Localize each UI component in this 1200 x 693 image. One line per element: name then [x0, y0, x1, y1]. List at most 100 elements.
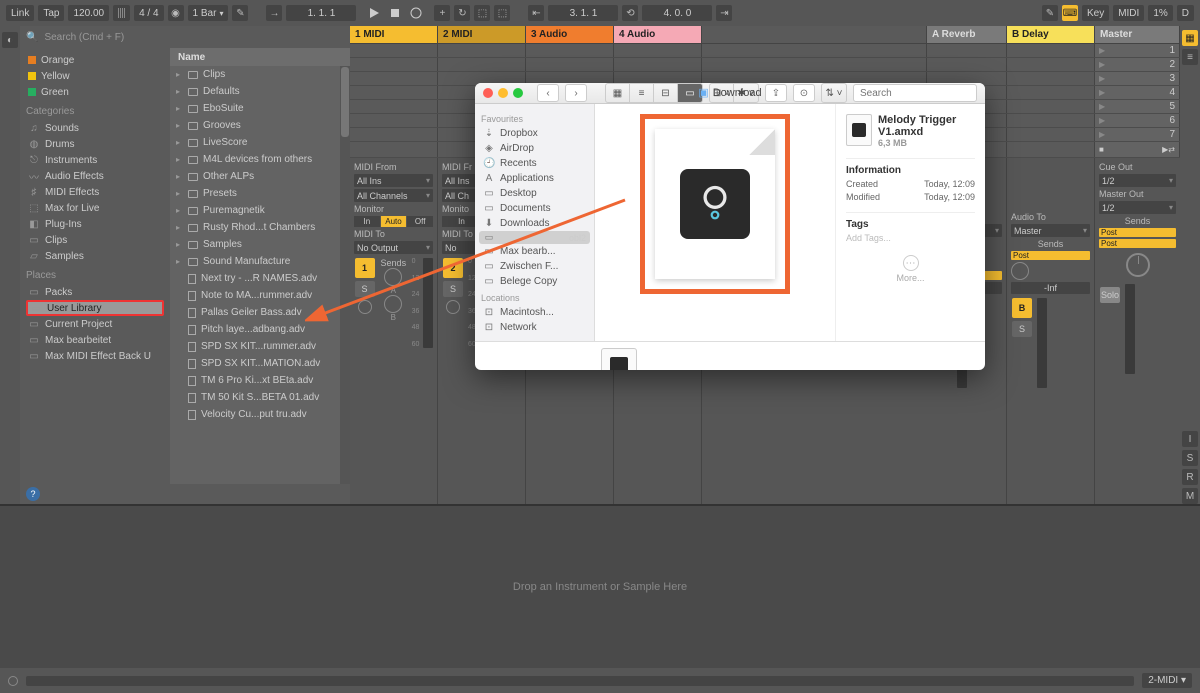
browser-file-item[interactable]: Pallas Geiler Bass.adv	[170, 304, 350, 321]
reenable-automation-icon[interactable]: ⬚	[474, 5, 490, 21]
browser-file-item[interactable]: TM 6 Pro Ki...xt BEta.adv	[170, 372, 350, 389]
midi-from-select[interactable]: All Ins▾	[354, 174, 433, 187]
time-signature[interactable]: 4 / 4	[134, 5, 163, 21]
clip-slot[interactable]	[350, 58, 438, 71]
clip-slot[interactable]	[350, 128, 438, 141]
browser-file-item[interactable]: Velocity Cu...put tru.adv	[170, 406, 350, 423]
clip-slot[interactable]	[438, 44, 526, 57]
returns-toggle[interactable]: R	[1182, 469, 1198, 485]
list-view-button[interactable]: ≡	[630, 84, 654, 102]
track-activator-b[interactable]: B	[1012, 298, 1032, 318]
finder-sidebar-item[interactable]: ▭Desktop	[479, 186, 590, 201]
place-item[interactable]: ▭Current Project	[26, 316, 164, 332]
browser-toggle-icon[interactable]: ◐	[2, 32, 18, 48]
track-activator-1[interactable]: 1	[355, 258, 375, 278]
stop-button[interactable]	[387, 5, 403, 21]
finder-sidebar-item[interactable]: ⬇Downloads	[479, 216, 590, 231]
arrangement-position[interactable]: 1. 1. 1	[286, 5, 356, 21]
session-view-button[interactable]: ▦	[1182, 30, 1198, 46]
loop-length[interactable]: 4. 0. 0	[642, 5, 712, 21]
browser-folder-item[interactable]: ▸Other ALPs	[170, 168, 350, 185]
clip-slot[interactable]	[350, 100, 438, 113]
share-button[interactable]: ⇪	[765, 84, 787, 102]
loop-position[interactable]: 3. 1. 1	[548, 5, 618, 21]
clip-slot[interactable]	[526, 44, 614, 57]
browser-folder-item[interactable]: ▸Sound Manufacture	[170, 253, 350, 270]
midi-map-button[interactable]: MIDI	[1113, 5, 1144, 21]
scene-launch-button[interactable]: ▶3	[1095, 72, 1180, 85]
monitor-buttons[interactable]: InAutoOff	[354, 216, 433, 227]
browser-file-item[interactable]: SPD SX KIT...rummer.adv	[170, 338, 350, 355]
finder-sidebar-item[interactable]: ▭Max bearb...	[479, 244, 590, 259]
scene-launch-button[interactable]: ▶5	[1095, 100, 1180, 113]
clip-slot[interactable]	[438, 58, 526, 71]
color-filter-item[interactable]: Orange	[26, 52, 164, 68]
category-item[interactable]: ◍Drums	[26, 136, 164, 152]
color-filter-item[interactable]: Yellow	[26, 68, 164, 84]
finder-sidebar-item[interactable]: ▭Belege Copy	[479, 274, 590, 289]
track-header-1[interactable]: 1 MIDI	[350, 26, 438, 43]
finder-sidebar-location[interactable]: ⊡Macintosh...	[479, 305, 590, 320]
io-section-toggle[interactable]: I	[1182, 431, 1198, 447]
scene-launch-button[interactable]: ▶1	[1095, 44, 1180, 57]
clip-slot[interactable]	[350, 44, 438, 57]
tempo-field[interactable]: 120.00	[68, 5, 109, 21]
send-a-knob[interactable]	[384, 268, 402, 286]
computer-midi-keyboard[interactable]: ⌨	[1062, 5, 1078, 21]
track-activator-2[interactable]: 2	[443, 258, 463, 278]
add-tags-input[interactable]: Add Tags...	[846, 233, 891, 243]
more-button[interactable]: ⋯ More...	[846, 255, 975, 283]
category-item[interactable]: 〰Audio Effects	[26, 168, 164, 184]
category-item[interactable]: ⬚Max for Live	[26, 200, 164, 216]
clip-slot[interactable]	[526, 58, 614, 71]
zoom-window-button[interactable]	[513, 88, 523, 98]
finder-sidebar-item[interactable]: ▭Documents	[479, 201, 590, 216]
forward-button[interactable]: ›	[565, 84, 587, 102]
browser-folder-item[interactable]: ▸EboSuite	[170, 100, 350, 117]
clip-slot[interactable]	[350, 114, 438, 127]
browser-folder-item[interactable]: ▸LiveScore	[170, 134, 350, 151]
cue-volume-knob[interactable]	[1126, 253, 1150, 277]
browser-file-item[interactable]: Pitch laye...adbang.adv	[170, 321, 350, 338]
file-thumbnail[interactable]	[601, 348, 637, 370]
icon-view-button[interactable]: ▦	[606, 84, 630, 102]
finder-sidebar-item[interactable]: ▭obl2	[479, 231, 590, 244]
dropbox-segment[interactable]: ⇅ ˅	[821, 83, 847, 103]
place-item[interactable]: ▭Packs	[26, 284, 164, 300]
disk-overload[interactable]: D	[1177, 5, 1194, 21]
sends-toggle[interactable]: S	[1182, 450, 1198, 466]
mixer-toggle[interactable]: M	[1182, 488, 1198, 504]
browser-folder-item[interactable]: ▸Clips	[170, 66, 350, 83]
track-header-b[interactable]: B Delay	[1007, 26, 1095, 43]
midi-channel-select[interactable]: All Channels▾	[354, 189, 433, 202]
play-button[interactable]	[366, 5, 382, 21]
color-filter-item[interactable]: Green	[26, 84, 164, 100]
arrangement-view-button[interactable]: ≡	[1182, 49, 1198, 65]
track-header-a[interactable]: A Reverb	[927, 26, 1007, 43]
browser-folder-item[interactable]: ▸Samples	[170, 236, 350, 253]
finder-sidebar-location[interactable]: ⊡Network	[479, 320, 590, 335]
browser-file-item[interactable]: TM 50 Kit S...BETA 01.adv	[170, 389, 350, 406]
place-item[interactable]: ▭Max bearbeitet	[26, 332, 164, 348]
solo-cue-button[interactable]: Solo	[1100, 287, 1120, 303]
follow-icon[interactable]: →	[266, 5, 282, 21]
quantize-menu[interactable]: 1 Bar▾	[188, 5, 229, 21]
finder-sidebar-item[interactable]: 🕘Recents	[479, 156, 590, 171]
help-icon[interactable]: ?	[26, 487, 40, 501]
place-item[interactable]: ▭User Library	[26, 300, 164, 316]
scene-launch-button[interactable]: ▶6	[1095, 114, 1180, 127]
midi-track-indicator[interactable]: 2-MIDI ▾	[1142, 673, 1192, 688]
scene-launch-button[interactable]: ▶7	[1095, 128, 1180, 141]
pencil-icon[interactable]: ✎	[232, 5, 248, 21]
search-input[interactable]: Search (Cmd + F)	[44, 32, 124, 43]
category-item[interactable]: ♫Sounds	[26, 120, 164, 136]
view-mode-segment[interactable]: ▦ ≡ ⊟ ▭	[605, 83, 703, 103]
record-button[interactable]	[408, 5, 424, 21]
send-b-knob[interactable]	[384, 295, 402, 313]
metronome-icon[interactable]	[113, 5, 130, 21]
clip-slot[interactable]	[350, 86, 438, 99]
finder-sidebar-item[interactable]: ▭Zwischen F...	[479, 259, 590, 274]
detail-view[interactable]: Drop an Instrument or Sample Here	[0, 504, 1200, 668]
tags-button[interactable]: ⊙	[793, 84, 815, 102]
finder-sidebar-item[interactable]: ◈AirDrop	[479, 141, 590, 156]
